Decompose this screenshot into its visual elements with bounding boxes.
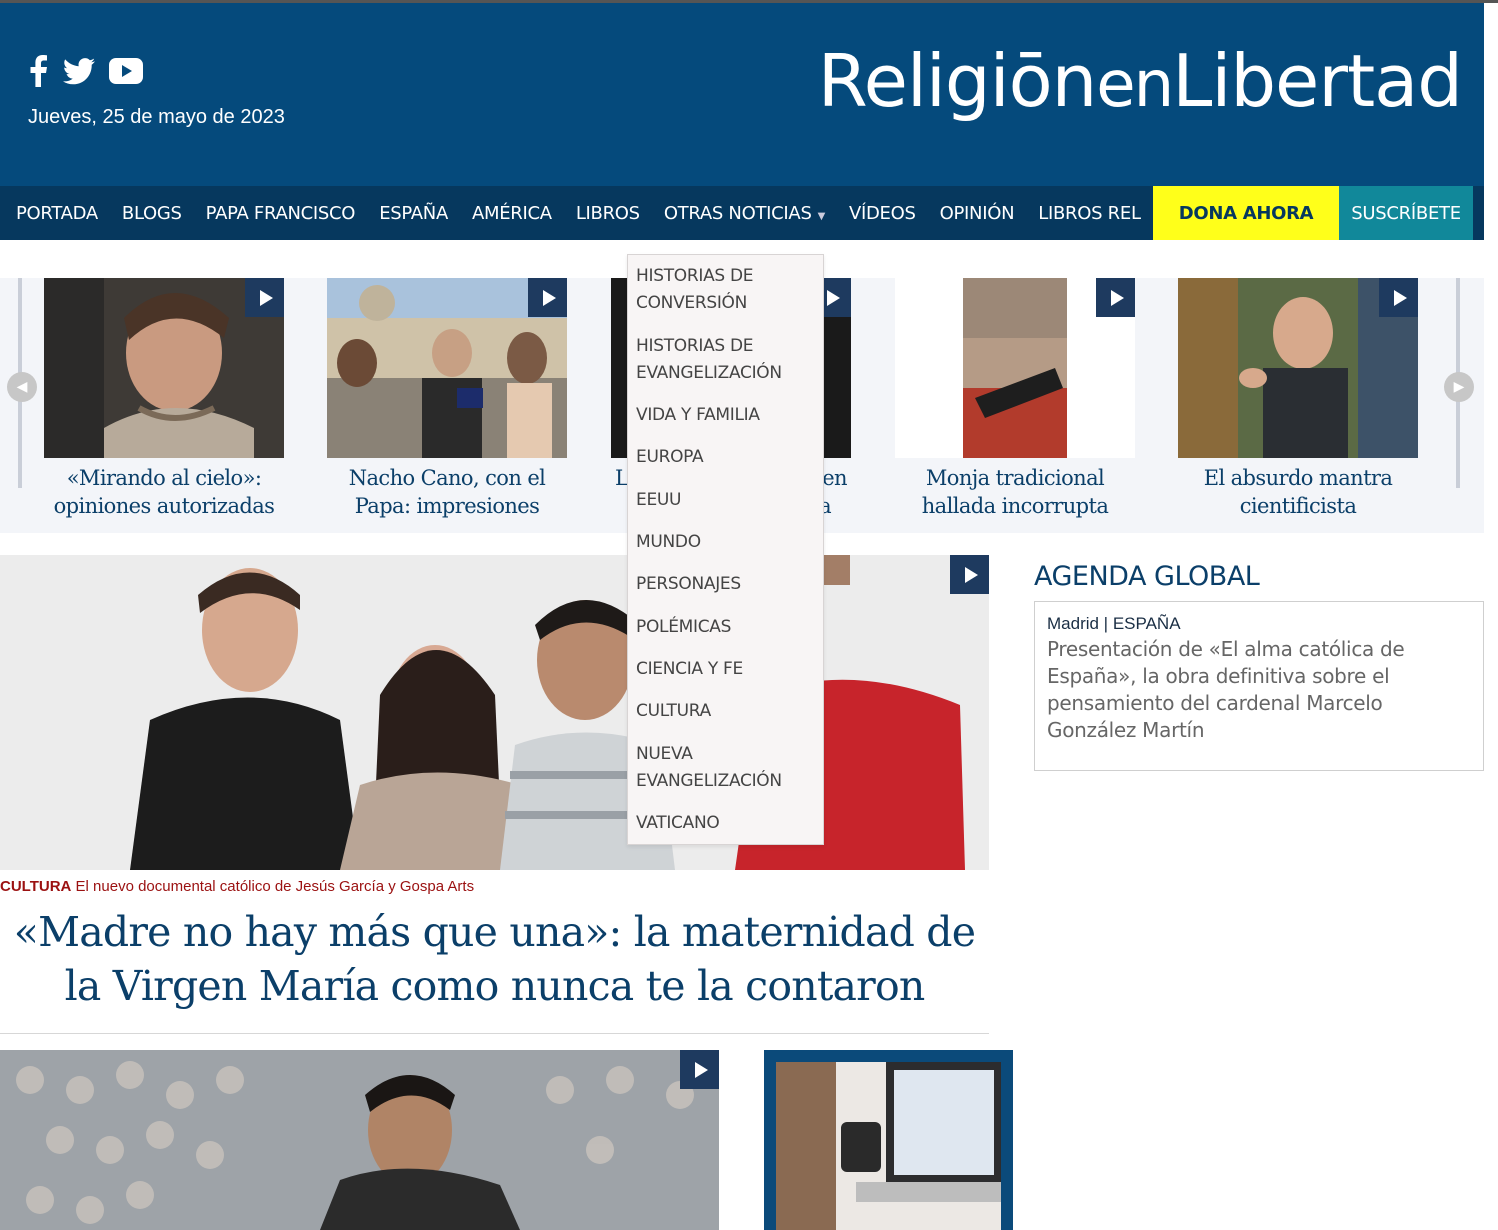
social-links [27,55,143,87]
hero-image[interactable] [0,555,989,870]
current-date: Jueves, 25 de mayo de 2023 [28,106,285,128]
chevron-down-icon: ▼ [817,210,826,222]
promo-card[interactable] [764,1050,1013,1230]
article-card-image[interactable] [0,1050,719,1230]
dropdown-item-mundo[interactable]: MUNDO [636,529,701,556]
chevron-right-icon: ▶ [1453,379,1465,395]
slide-caption[interactable]: Nacho Cano, con el Papa: impresiones [327,464,567,520]
search-icon [1485,197,1498,230]
dropdown-item-historias-conversion[interactable]: HISTORIAS DE CONVERSIÓN [636,263,806,317]
hero-headline[interactable]: «Madre no hay más que una»: la maternida… [0,905,989,1013]
hero-category[interactable]: CULTURA [0,878,71,895]
nav-portada[interactable]: PORTADA [0,186,110,240]
slide-caption-right: en [822,466,847,490]
slide-thumbnail[interactable] [327,278,567,458]
dropdown-item-personajes[interactable]: PERSONAJES [636,571,741,598]
nav-blogs[interactable]: BLOGS [110,186,194,240]
hero-subtitle: El nuevo documental católico de Jesús Ga… [75,878,475,895]
carousel-slide[interactable]: «Mirando al cielo»: opiniones autorizada… [44,278,284,520]
dropdown-item-cultura[interactable]: CULTURA [636,698,711,725]
play-button[interactable] [528,278,567,317]
play-button[interactable] [680,1050,719,1089]
search-button[interactable] [1473,186,1498,240]
dropdown-item-vaticano[interactable]: VATICANO [636,810,720,837]
site-header: Jueves, 25 de mayo de 2023 ReligiōnenLib… [0,3,1484,186]
play-icon [694,1061,708,1078]
dropdown-item-polemicas[interactable]: POLÉMICAS [636,614,731,641]
dropdown-item-vida-familia[interactable]: VIDA Y FAMILIA [636,402,760,429]
nav-america[interactable]: AMÉRICA [460,186,564,240]
play-button[interactable] [245,278,284,317]
otras-noticias-dropdown: HISTORIAS DE CONVERSIÓN HISTORIAS DE EVA… [627,254,824,845]
twitter-icon[interactable] [63,57,95,85]
play-icon [964,566,978,583]
slide-thumbnail[interactable] [1178,278,1418,458]
slide-thumbnail[interactable] [895,278,1135,458]
main-nav: PORTADA BLOGS PAPA FRANCISCO ESPAÑA AMÉR… [0,186,1498,240]
subscribe-button[interactable]: SUSCRÍBETE [1339,186,1473,240]
logo-text-en: en [1096,48,1174,122]
play-button[interactable] [1379,278,1418,317]
nav-espana[interactable]: ESPAÑA [367,186,460,240]
slide-caption[interactable]: El absurdo mantra cientificista [1178,464,1418,520]
agenda-heading: AGENDA GLOBAL [1034,561,1260,592]
carousel-next-button[interactable]: ▶ [1444,372,1474,402]
dropdown-item-ciencia-fe[interactable]: CIENCIA Y FE [636,656,743,683]
carousel-prev-button[interactable]: ◀ [7,372,37,402]
play-button[interactable] [1096,278,1135,317]
slide-thumbnail[interactable] [44,278,284,458]
youtube-icon[interactable] [109,58,143,84]
carousel-slide[interactable]: Monja tradicional hallada incorrupta [895,278,1135,520]
dropdown-item-historias-evangelizacion[interactable]: HISTORIAS DE EVANGELIZACIÓN [636,333,806,387]
nav-otras-noticias-label: OTRAS NOTICIAS [663,202,812,224]
carousel-slide[interactable]: Nacho Cano, con el Papa: impresiones [327,278,567,520]
logo-text-religion: Religiōn [817,39,1097,123]
play-icon [542,289,556,306]
nav-libros-rel[interactable]: LIBROS REL [1026,186,1152,240]
chevron-left-icon: ◀ [16,379,28,395]
carousel-slide[interactable]: El absurdo mantra cientificista [1178,278,1418,520]
site-logo[interactable]: ReligiōnenLibertad [817,39,1463,123]
agenda-card[interactable]: Madrid | ESPAÑA Presentación de «El alma… [1034,601,1484,771]
dropdown-item-eeuu[interactable]: EEUU [636,487,681,514]
play-icon [826,289,840,306]
hero-kicker: CULTURA El nuevo documental católico de … [0,878,474,895]
slide-caption[interactable]: Monja tradicional hallada incorrupta [895,464,1135,520]
promo-card-image [776,1062,1001,1230]
play-button[interactable] [950,555,989,594]
nav-opinion[interactable]: OPINIÓN [928,186,1027,240]
agenda-event-text[interactable]: Presentación de «El alma católica de Esp… [1047,636,1467,744]
nav-libros[interactable]: LIBROS [564,186,652,240]
dropdown-item-nueva-evangelizacion[interactable]: NUEVA EVANGELIZACIÓN [636,741,806,795]
play-icon [259,289,273,306]
facebook-icon[interactable] [27,55,49,87]
nav-videos[interactable]: VÍDEOS [837,186,928,240]
dropdown-item-europa[interactable]: EUROPA [636,444,704,471]
nav-otras-noticias[interactable]: OTRAS NOTICIAS ▼ [652,186,837,240]
donate-button[interactable]: DONA AHORA [1152,186,1340,240]
section-divider [0,1033,989,1034]
slide-caption[interactable]: «Mirando al cielo»: opiniones autorizada… [44,464,284,520]
nav-papa-francisco[interactable]: PAPA FRANCISCO [194,186,368,240]
logo-text-libertad: Libertad [1172,39,1463,123]
play-icon [1110,289,1124,306]
play-icon [1393,289,1407,306]
agenda-location: Madrid | ESPAÑA [1047,614,1181,633]
